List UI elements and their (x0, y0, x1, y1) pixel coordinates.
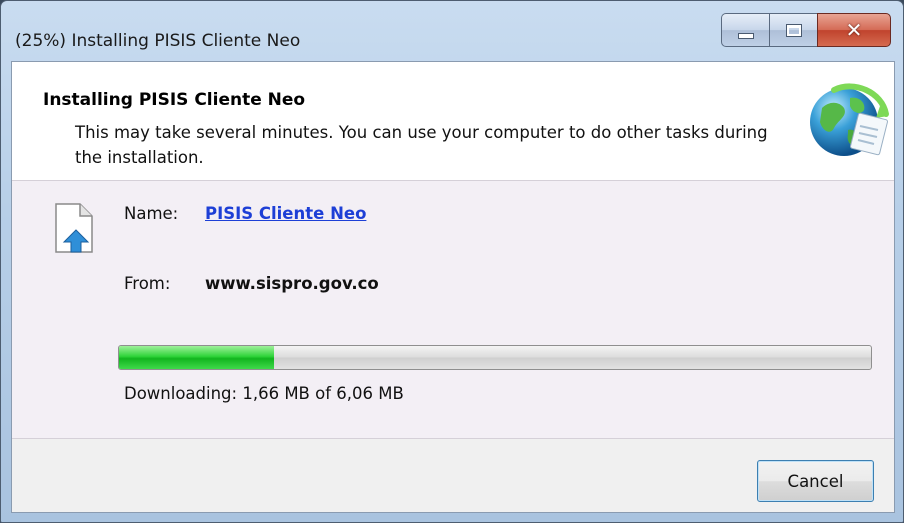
title-bar[interactable]: (25%) Installing PISIS Cliente Neo ✕ (1, 1, 903, 61)
installer-window: (25%) Installing PISIS Cliente Neo ✕ Ins… (0, 0, 904, 523)
dialog-content: Installing PISIS Cliente Neo This may ta… (11, 61, 895, 513)
from-label: From: (124, 274, 171, 293)
dialog-header: Installing PISIS Cliente Neo This may ta… (12, 62, 894, 181)
name-label: Name: (124, 204, 179, 223)
maximize-button[interactable] (769, 13, 817, 47)
close-icon: ✕ (845, 18, 863, 42)
source-url: www.sispro.gov.co (205, 274, 379, 293)
globe-icon (810, 83, 889, 156)
minimize-button[interactable] (721, 13, 769, 47)
download-progress-bar (118, 345, 872, 370)
program-name-link[interactable]: PISIS Cliente Neo (205, 204, 366, 223)
progress-fill (119, 346, 274, 369)
window-title: (25%) Installing PISIS Cliente Neo (15, 31, 301, 51)
minimize-icon (737, 33, 754, 39)
header-description: This may take several minutes. You can u… (75, 123, 768, 167)
caption-buttons: ✕ (721, 13, 891, 49)
maximize-icon (785, 23, 802, 37)
close-button[interactable]: ✕ (817, 13, 891, 47)
header-title: Installing PISIS Cliente Neo (43, 90, 306, 110)
file-download-icon (55, 203, 93, 253)
download-status: Downloading: 1,66 MB of 6,06 MB (124, 384, 404, 403)
cancel-button[interactable]: Cancel (757, 460, 874, 502)
